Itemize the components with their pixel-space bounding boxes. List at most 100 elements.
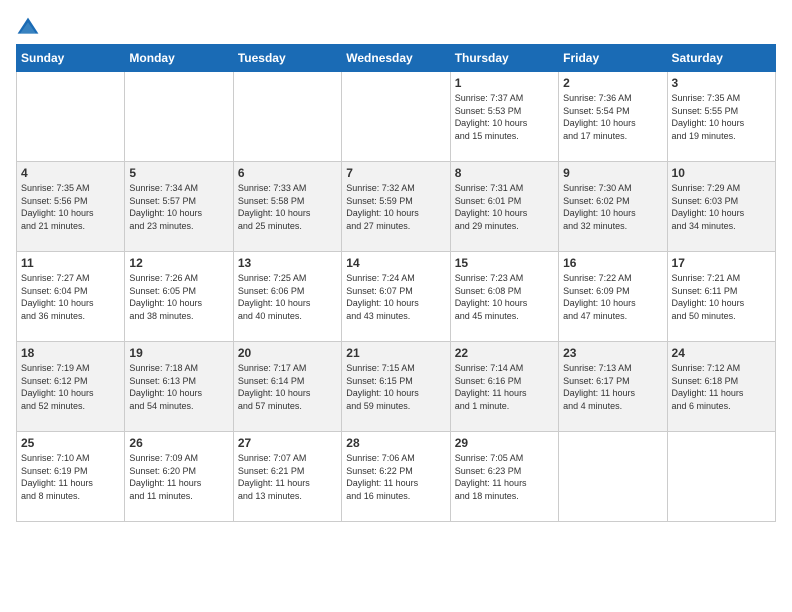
weekday-header-wednesday: Wednesday bbox=[342, 45, 450, 72]
day-number: 13 bbox=[238, 256, 337, 270]
calendar-week-5: 25Sunrise: 7:10 AM Sunset: 6:19 PM Dayli… bbox=[17, 432, 776, 522]
calendar-cell: 26 Sunrise: 7:09 AM Sunset: 6:20 PM Dayli… bbox=[125, 432, 233, 522]
logo-icon bbox=[16, 16, 40, 36]
day-info: Sunrise: 7:35 AM Sunset: 5:56 PM Dayligh… bbox=[21, 182, 120, 232]
calendar-cell: 17 Sunrise: 7:21 AM Sunset: 6:11 PM Dayli… bbox=[667, 252, 775, 342]
day-info: Sunrise: 7:14 AM Sunset: 6:16 PM Dayligh… bbox=[455, 362, 554, 412]
calendar-cell: 23 Sunrise: 7:13 AM Sunset: 6:17 PM Dayli… bbox=[559, 342, 667, 432]
day-info: Sunrise: 7:15 AM Sunset: 6:15 PM Dayligh… bbox=[346, 362, 445, 412]
day-number: 4 bbox=[21, 166, 120, 180]
calendar-week-2: 4 Sunrise: 7:35 AM Sunset: 5:56 PM Daylig… bbox=[17, 162, 776, 252]
calendar-cell: 12 Sunrise: 7:26 AM Sunset: 6:05 PM Dayli… bbox=[125, 252, 233, 342]
day-info: Sunrise: 7:36 AM Sunset: 5:54 PM Dayligh… bbox=[563, 92, 662, 142]
day-number: 17 bbox=[672, 256, 771, 270]
calendar-cell: 2 Sunrise: 7:36 AM Sunset: 5:54 PM Daylig… bbox=[559, 72, 667, 162]
day-number: 23 bbox=[563, 346, 662, 360]
day-info: Sunrise: 7:07 AM Sunset: 6:21 PM Dayligh… bbox=[238, 452, 337, 502]
day-number: 15 bbox=[455, 256, 554, 270]
calendar-cell: 27 Sunrise: 7:07 AM Sunset: 6:21 PM Dayli… bbox=[233, 432, 341, 522]
weekday-header-saturday: Saturday bbox=[667, 45, 775, 72]
day-number: 10 bbox=[672, 166, 771, 180]
weekday-header-monday: Monday bbox=[125, 45, 233, 72]
day-info: Sunrise: 7:37 AM Sunset: 5:53 PM Dayligh… bbox=[455, 92, 554, 142]
day-info: Sunrise: 7:10 AM Sunset: 6:19 PM Dayligh… bbox=[21, 452, 120, 502]
weekday-header-sunday: Sunday bbox=[17, 45, 125, 72]
calendar-cell: 28 Sunrise: 7:06 AM Sunset: 6:22 PM Dayli… bbox=[342, 432, 450, 522]
day-number: 8 bbox=[455, 166, 554, 180]
day-info: Sunrise: 7:09 AM Sunset: 6:20 PM Dayligh… bbox=[129, 452, 228, 502]
calendar-cell: 11 Sunrise: 7:27 AM Sunset: 6:04 PM Dayli… bbox=[17, 252, 125, 342]
day-number: 21 bbox=[346, 346, 445, 360]
calendar-week-1: 1 Sunrise: 7:37 AM Sunset: 5:53 PM Daylig… bbox=[17, 72, 776, 162]
calendar-cell bbox=[667, 432, 775, 522]
day-info: Sunrise: 7:23 AM Sunset: 6:08 PM Dayligh… bbox=[455, 272, 554, 322]
day-number: 5 bbox=[129, 166, 228, 180]
calendar-cell: 19 Sunrise: 7:18 AM Sunset: 6:13 PM Dayli… bbox=[125, 342, 233, 432]
day-number: 14 bbox=[346, 256, 445, 270]
calendar-cell: 1 Sunrise: 7:37 AM Sunset: 5:53 PM Daylig… bbox=[450, 72, 558, 162]
day-number: 19 bbox=[129, 346, 228, 360]
calendar-cell bbox=[342, 72, 450, 162]
calendar-cell bbox=[559, 432, 667, 522]
day-number: 27 bbox=[238, 436, 337, 450]
day-number: 26 bbox=[129, 436, 228, 450]
day-info: Sunrise: 7:33 AM Sunset: 5:58 PM Dayligh… bbox=[238, 182, 337, 232]
day-number: 2 bbox=[563, 76, 662, 90]
calendar-cell: 25Sunrise: 7:10 AM Sunset: 6:19 PM Dayli… bbox=[17, 432, 125, 522]
calendar-cell: 13 Sunrise: 7:25 AM Sunset: 6:06 PM Dayli… bbox=[233, 252, 341, 342]
day-info: Sunrise: 7:32 AM Sunset: 5:59 PM Dayligh… bbox=[346, 182, 445, 232]
day-number: 24 bbox=[672, 346, 771, 360]
day-info: Sunrise: 7:31 AM Sunset: 6:01 PM Dayligh… bbox=[455, 182, 554, 232]
calendar-cell: 18Sunrise: 7:19 AM Sunset: 6:12 PM Dayli… bbox=[17, 342, 125, 432]
calendar-cell bbox=[125, 72, 233, 162]
calendar-cell: 16 Sunrise: 7:22 AM Sunset: 6:09 PM Dayli… bbox=[559, 252, 667, 342]
calendar-cell: 6 Sunrise: 7:33 AM Sunset: 5:58 PM Daylig… bbox=[233, 162, 341, 252]
calendar-cell bbox=[17, 72, 125, 162]
logo bbox=[16, 16, 44, 36]
calendar-cell: 15 Sunrise: 7:23 AM Sunset: 6:08 PM Dayli… bbox=[450, 252, 558, 342]
day-info: Sunrise: 7:17 AM Sunset: 6:14 PM Dayligh… bbox=[238, 362, 337, 412]
day-info: Sunrise: 7:26 AM Sunset: 6:05 PM Dayligh… bbox=[129, 272, 228, 322]
day-number: 1 bbox=[455, 76, 554, 90]
day-info: Sunrise: 7:29 AM Sunset: 6:03 PM Dayligh… bbox=[672, 182, 771, 232]
calendar-cell: 4 Sunrise: 7:35 AM Sunset: 5:56 PM Daylig… bbox=[17, 162, 125, 252]
day-number: 16 bbox=[563, 256, 662, 270]
calendar-cell: 5 Sunrise: 7:34 AM Sunset: 5:57 PM Daylig… bbox=[125, 162, 233, 252]
calendar-cell: 9 Sunrise: 7:30 AM Sunset: 6:02 PM Daylig… bbox=[559, 162, 667, 252]
day-info: Sunrise: 7:05 AM Sunset: 6:23 PM Dayligh… bbox=[455, 452, 554, 502]
day-number: 7 bbox=[346, 166, 445, 180]
day-info: Sunrise: 7:12 AM Sunset: 6:18 PM Dayligh… bbox=[672, 362, 771, 412]
calendar-cell: 8 Sunrise: 7:31 AM Sunset: 6:01 PM Daylig… bbox=[450, 162, 558, 252]
day-number: 29 bbox=[455, 436, 554, 450]
day-number: 11 bbox=[21, 256, 120, 270]
calendar-cell: 29 Sunrise: 7:05 AM Sunset: 6:23 PM Dayli… bbox=[450, 432, 558, 522]
day-info: Sunrise: 7:34 AM Sunset: 5:57 PM Dayligh… bbox=[129, 182, 228, 232]
weekday-header-thursday: Thursday bbox=[450, 45, 558, 72]
calendar-cell bbox=[233, 72, 341, 162]
day-number: 3 bbox=[672, 76, 771, 90]
calendar-cell: 3Sunrise: 7:35 AM Sunset: 5:55 PM Daylig… bbox=[667, 72, 775, 162]
day-number: 28 bbox=[346, 436, 445, 450]
day-info: Sunrise: 7:22 AM Sunset: 6:09 PM Dayligh… bbox=[563, 272, 662, 322]
calendar-cell: 14Sunrise: 7:24 AM Sunset: 6:07 PM Dayli… bbox=[342, 252, 450, 342]
header bbox=[16, 16, 776, 36]
day-number: 6 bbox=[238, 166, 337, 180]
day-info: Sunrise: 7:21 AM Sunset: 6:11 PM Dayligh… bbox=[672, 272, 771, 322]
calendar-week-3: 11 Sunrise: 7:27 AM Sunset: 6:04 PM Dayli… bbox=[17, 252, 776, 342]
calendar-week-4: 18Sunrise: 7:19 AM Sunset: 6:12 PM Dayli… bbox=[17, 342, 776, 432]
calendar-cell: 22 Sunrise: 7:14 AM Sunset: 6:16 PM Dayli… bbox=[450, 342, 558, 432]
calendar-table: SundayMondayTuesdayWednesdayThursdayFrid… bbox=[16, 44, 776, 522]
day-info: Sunrise: 7:27 AM Sunset: 6:04 PM Dayligh… bbox=[21, 272, 120, 322]
day-info: Sunrise: 7:19 AM Sunset: 6:12 PM Dayligh… bbox=[21, 362, 120, 412]
day-number: 12 bbox=[129, 256, 228, 270]
day-info: Sunrise: 7:30 AM Sunset: 6:02 PM Dayligh… bbox=[563, 182, 662, 232]
day-info: Sunrise: 7:06 AM Sunset: 6:22 PM Dayligh… bbox=[346, 452, 445, 502]
calendar-cell: 10 Sunrise: 7:29 AM Sunset: 6:03 PM Dayli… bbox=[667, 162, 775, 252]
calendar-cell: 20Sunrise: 7:17 AM Sunset: 6:14 PM Dayli… bbox=[233, 342, 341, 432]
day-number: 9 bbox=[563, 166, 662, 180]
day-number: 22 bbox=[455, 346, 554, 360]
day-info: Sunrise: 7:13 AM Sunset: 6:17 PM Dayligh… bbox=[563, 362, 662, 412]
day-info: Sunrise: 7:25 AM Sunset: 6:06 PM Dayligh… bbox=[238, 272, 337, 322]
calendar-cell: 7 Sunrise: 7:32 AM Sunset: 5:59 PM Daylig… bbox=[342, 162, 450, 252]
day-info: Sunrise: 7:18 AM Sunset: 6:13 PM Dayligh… bbox=[129, 362, 228, 412]
